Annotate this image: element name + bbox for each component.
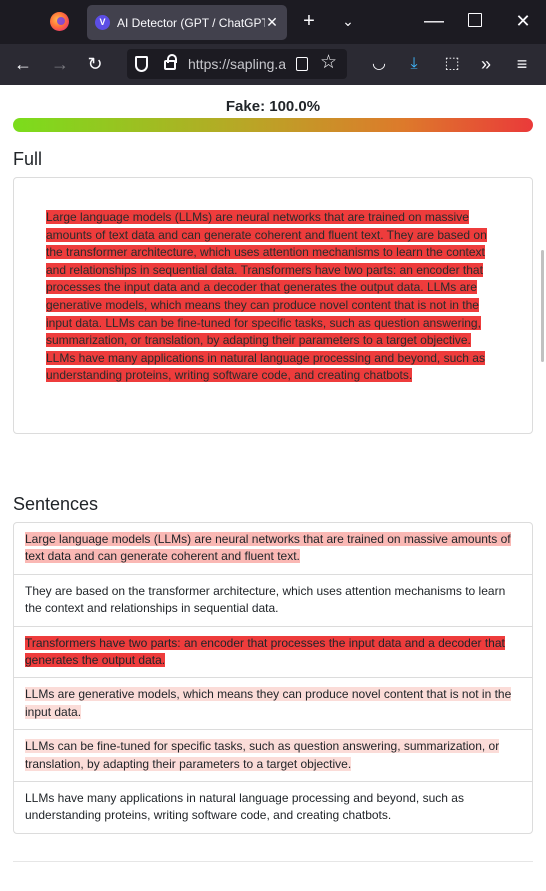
sentence-item: LLMs have many applications in natural l… — [14, 782, 532, 833]
firefox-icon[interactable] — [50, 12, 69, 31]
reload-button[interactable]: ↻ — [84, 54, 106, 74]
sentence-item: Large language models (LLMs) are neural … — [14, 523, 532, 575]
tab-ai-detector[interactable]: V AI Detector (GPT / ChatGPT ✕ — [87, 5, 287, 40]
sentence-text: Large language models (LLMs) are neural … — [25, 532, 511, 564]
full-text-body: Large language models (LLMs) are neural … — [46, 209, 498, 385]
tab-close-icon[interactable]: ✕ — [265, 14, 279, 30]
page-scrollbar[interactable] — [541, 250, 544, 362]
sentence-text: They are based on the transformer archit… — [25, 583, 506, 616]
nav-toolbar: ← → ↻ https://sapling.a ☆ ◡ ⤓ ⬚ » ≡ — [0, 44, 546, 85]
url-bar[interactable]: https://sapling.a ☆ — [127, 49, 347, 79]
sentence-text: LLMs are generative models, which means … — [25, 687, 512, 719]
new-tab-button[interactable]: + — [299, 11, 319, 31]
sentence-item: LLMs are generative models, which means … — [14, 678, 532, 731]
sentence-item: LLMs can be fine-tuned for specific task… — [14, 730, 532, 783]
hamburger-menu-icon[interactable]: ≡ — [512, 55, 532, 73]
url-text[interactable]: https://sapling.a — [188, 56, 286, 72]
tab-title: AI Detector (GPT / ChatGPT — [117, 16, 265, 30]
full-section-title: Full — [13, 149, 43, 169]
download-icon[interactable]: ⤓ — [404, 55, 424, 73]
sentence-text: Transformers have two parts: an encoder … — [25, 635, 505, 668]
fake-score-gradient-bar — [13, 118, 533, 132]
forward-button[interactable]: → — [49, 54, 71, 74]
maximize-window-button[interactable] — [468, 13, 482, 27]
list-tabs-icon[interactable]: ⌄ — [338, 11, 358, 31]
tab-bar: V AI Detector (GPT / ChatGPT ✕ + ⌄ — ✕ — [0, 0, 546, 44]
sentences-section-title: Sentences — [13, 494, 99, 514]
minimize-window-button[interactable]: — — [424, 11, 444, 31]
section-divider — [13, 861, 533, 862]
bookmark-star-icon[interactable]: ☆ — [320, 53, 337, 73]
sentence-text: LLMs can be fine-tuned for specific task… — [25, 739, 500, 771]
sentences-list: Large language models (LLMs) are neural … — [13, 522, 533, 834]
sentence-item: Transformers have two parts: an encoder … — [14, 627, 532, 679]
lock-icon[interactable] — [164, 54, 177, 70]
sentence-item: They are based on the transformer archit… — [14, 575, 532, 627]
sentence-text: LLMs have many applications in natural l… — [25, 791, 464, 823]
tracking-protection-shield-icon[interactable] — [135, 56, 148, 72]
close-window-button[interactable]: ✕ — [513, 11, 533, 31]
reader-view-icon[interactable] — [296, 57, 308, 71]
full-text-highlight: Large language models (LLMs) are neural … — [46, 210, 487, 383]
full-text-card: Large language models (LLMs) are neural … — [13, 177, 533, 434]
back-button[interactable]: ← — [12, 54, 34, 74]
fake-score-label: Fake: 100.0% — [225, 98, 321, 115]
pocket-icon[interactable]: ◡ — [369, 55, 389, 73]
extensions-icon[interactable]: ⬚ — [442, 55, 462, 73]
sapling-favicon-icon: V — [95, 15, 110, 30]
overflow-menu-icon[interactable]: » — [476, 55, 496, 73]
